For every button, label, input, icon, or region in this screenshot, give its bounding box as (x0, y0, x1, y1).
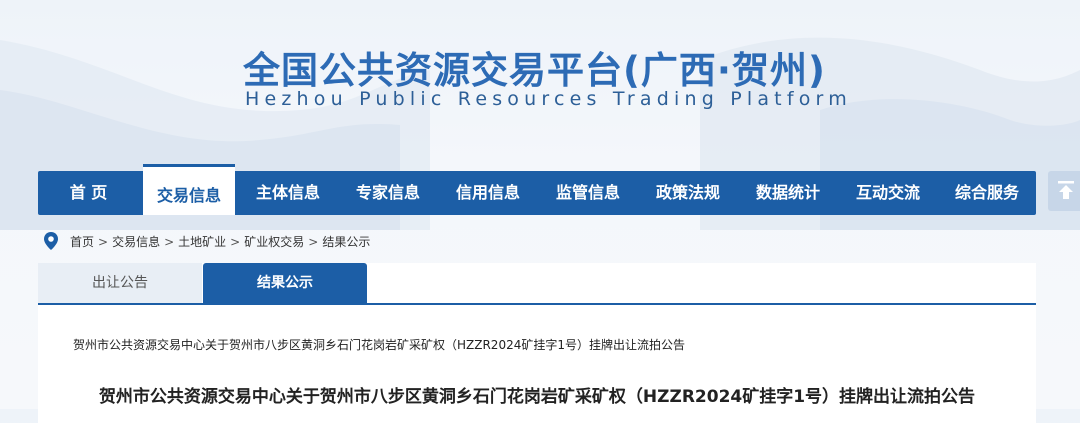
back-to-top-button[interactable] (1048, 171, 1080, 211)
nav-policy[interactable]: 政策法规 (638, 171, 738, 215)
content-panel: 出让公告 结果公示 贺州市公共资源交易中心关于贺州市八步区黄洞乡石门花岗岩矿采矿… (38, 263, 1036, 423)
nav-trading-info[interactable]: 交易信息 (143, 164, 235, 215)
breadcrumb-mining-rights[interactable]: 矿业权交易 (244, 235, 304, 249)
main-navbar: 首 页 交易信息 主体信息 专家信息 信用信息 监管信息 政策法规 数据统计 互… (38, 164, 1036, 215)
breadcrumb-separator: > (98, 235, 109, 249)
breadcrumb-result-notice[interactable]: 结果公示 (322, 235, 370, 249)
breadcrumb-separator: > (230, 235, 241, 249)
tab-bar: 出让公告 结果公示 (38, 263, 1036, 305)
breadcrumb-separator: > (164, 235, 175, 249)
location-pin-icon (44, 232, 58, 250)
breadcrumb-land-mining[interactable]: 土地矿业 (178, 235, 226, 249)
nav-statistics[interactable]: 数据统计 (738, 171, 838, 215)
tab-result-notice[interactable]: 结果公示 (203, 263, 367, 303)
nav-credit-info[interactable]: 信用信息 (438, 171, 538, 215)
breadcrumb: 首页 > 交易信息 > 土地矿业 > 矿业权交易 > 结果公示 (44, 232, 370, 252)
tab-transfer-notice[interactable]: 出让公告 (38, 263, 202, 303)
nav-home[interactable]: 首 页 (38, 171, 139, 215)
breadcrumb-home[interactable]: 首页 (70, 235, 94, 249)
breadcrumb-separator: > (308, 235, 319, 249)
announcement-heading: 贺州市公共资源交易中心关于贺州市八步区黄洞乡石门花岗岩矿采矿权（HZZR2024… (98, 387, 976, 407)
announcement-list-title: 贺州市公共资源交易中心关于贺州市八步区黄洞乡石门花岗岩矿采矿权（HZZR2024… (73, 338, 685, 352)
breadcrumb-trading-info[interactable]: 交易信息 (112, 235, 160, 249)
site-subtitle: Hezhou Public Resources Trading Platform (245, 88, 852, 110)
nav-supervision-info[interactable]: 监管信息 (538, 171, 638, 215)
nav-interaction[interactable]: 互动交流 (838, 171, 938, 215)
nav-expert-info[interactable]: 专家信息 (338, 171, 438, 215)
nav-entity-info[interactable]: 主体信息 (238, 171, 338, 215)
nav-services[interactable]: 综合服务 (938, 171, 1036, 215)
arrow-up-icon (1058, 181, 1074, 199)
site-title: 全国公共资源交易平台(广西·贺州) (243, 49, 826, 92)
